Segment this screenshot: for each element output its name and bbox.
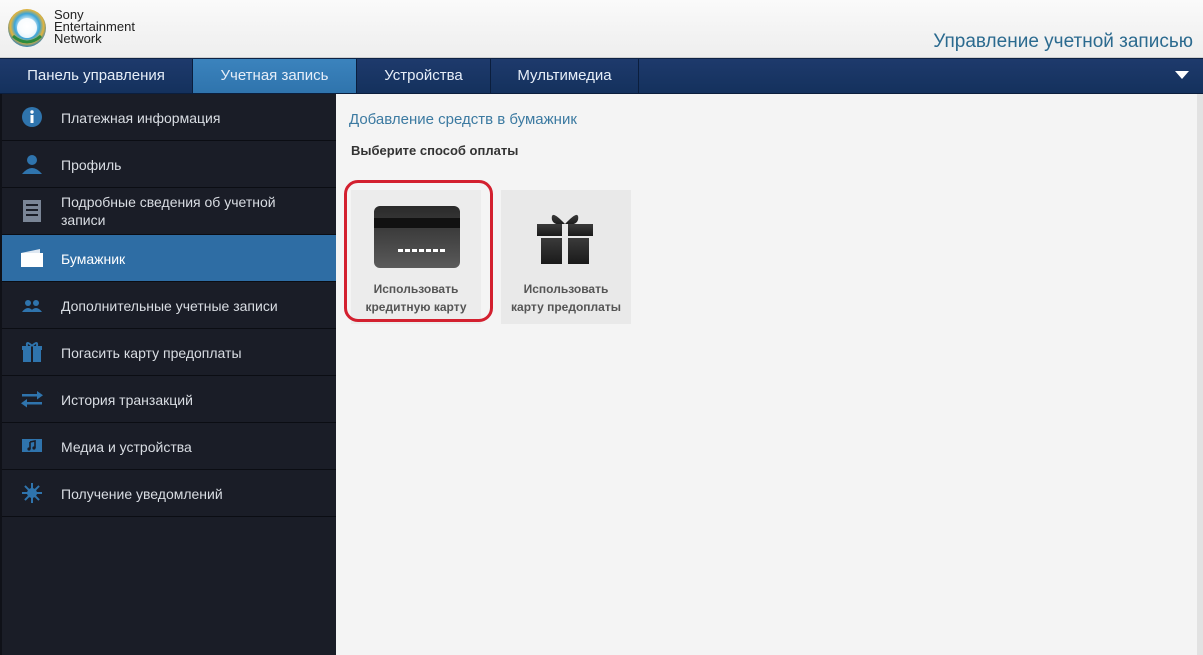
section-subtitle: Выберите способ оплаты: [351, 143, 519, 158]
brand-line-3: Network: [54, 31, 102, 46]
page-title: Управление учетной записью: [933, 31, 1193, 52]
sidebar-item-sub-accounts[interactable]: Дополнительные учетные записи: [2, 282, 336, 329]
sidebar-item-label: Погасить карту предоплаты: [61, 345, 242, 361]
option-label: Использовать карту предоплаты: [501, 280, 631, 316]
people-icon: [22, 300, 42, 312]
use-prepaid-card-option[interactable]: Использовать карту предоплаты: [501, 190, 631, 324]
option-label-line-2: карту предоплаты: [511, 300, 621, 314]
document-icon: [23, 200, 41, 222]
chevron-down-icon[interactable]: [1175, 71, 1189, 79]
sidebar-item-label: Профиль: [61, 157, 122, 173]
scroll-edge: [1197, 94, 1203, 655]
sidebar-item-label: Бумажник: [61, 251, 126, 267]
sidebar-item-transaction-history[interactable]: История транзакций: [2, 376, 336, 423]
notification-icon: [22, 483, 42, 503]
tab-dashboard[interactable]: Панель управления: [0, 59, 193, 93]
wallet-icon: [21, 249, 43, 267]
option-label-line-1: Использовать: [373, 282, 459, 296]
sidebar-item-redeem-prepaid[interactable]: Погасить карту предоплаты: [2, 329, 336, 376]
credit-card-icon: [374, 206, 460, 268]
transfer-arrows-icon: [21, 391, 43, 408]
media-icon: [22, 439, 42, 452]
brand-name: Sony Entertainment Network: [54, 8, 135, 46]
top-nav: Панель управления Учетная запись Устройс…: [0, 58, 1203, 94]
sidebar: Платежная информация Профиль Подробные с…: [0, 94, 336, 655]
sidebar-item-wallet[interactable]: Бумажник: [2, 235, 336, 282]
sidebar-item-label: Медиа и устройства: [61, 439, 192, 455]
sidebar-item-profile[interactable]: Профиль: [2, 141, 336, 188]
person-icon: [22, 155, 42, 174]
tab-devices[interactable]: Устройства: [357, 59, 491, 93]
sony-entertainment-network-logo[interactable]: [7, 8, 47, 48]
option-label-line-2: кредитную карту: [365, 300, 467, 314]
sidebar-item-notifications[interactable]: Получение уведомлений: [2, 470, 336, 517]
sidebar-item-label: История транзакций: [61, 392, 193, 408]
header: Sony Entertainment Network Управление уч…: [0, 0, 1203, 58]
option-label: Использовать кредитную карту: [351, 280, 481, 316]
sidebar-item-label: Подробные сведения об учетной записи: [61, 194, 276, 228]
option-label-line-1: Использовать: [523, 282, 609, 296]
section-title: Добавление средств в бумажник: [349, 111, 577, 128]
sidebar-item-label: Дополнительные учетные записи: [61, 298, 278, 314]
info-icon: [22, 107, 42, 127]
main-content: Добавление средств в бумажник Выберите с…: [336, 94, 1197, 655]
sidebar-item-account-details[interactable]: Подробные сведения об учетной записи: [2, 188, 336, 235]
sidebar-item-label: Получение уведомлений: [61, 486, 223, 502]
use-credit-card-option[interactable]: Использовать кредитную карту: [351, 190, 481, 324]
gift-box-icon: [537, 214, 593, 264]
tab-multimedia[interactable]: Мультимедиа: [491, 59, 639, 93]
gift-icon: [22, 342, 42, 362]
sidebar-item-payment-info[interactable]: Платежная информация: [2, 94, 336, 141]
sidebar-item-label: Платежная информация: [61, 110, 221, 126]
tab-account[interactable]: Учетная запись: [193, 59, 357, 93]
sidebar-item-media-devices[interactable]: Медиа и устройства: [2, 423, 336, 470]
